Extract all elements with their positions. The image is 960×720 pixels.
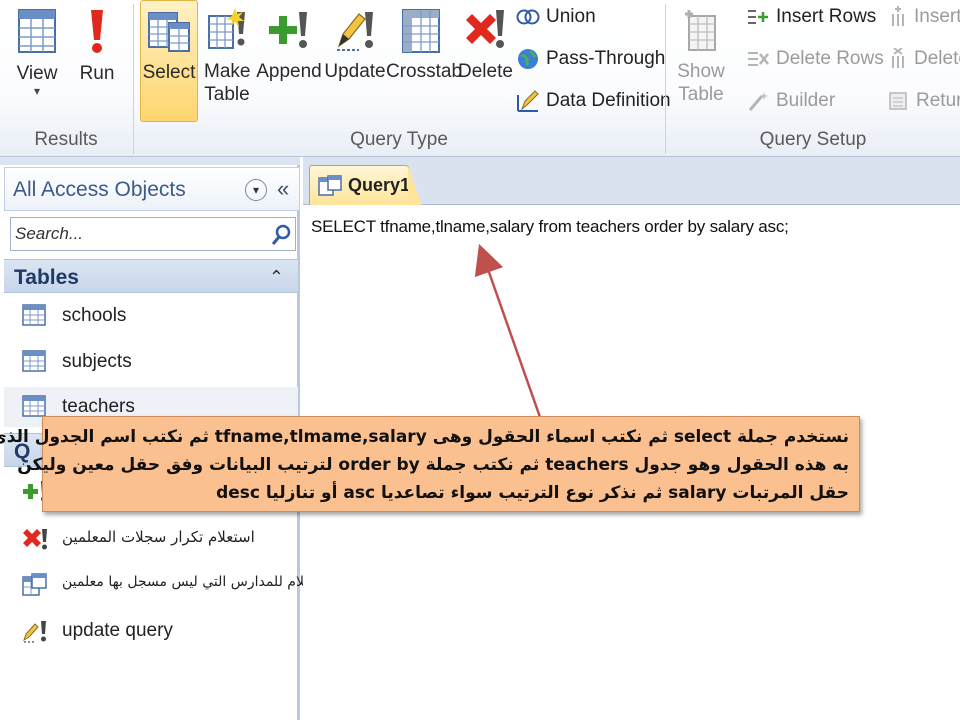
nav-top-strip [0, 157, 300, 165]
nav-table-subjects[interactable]: subjects [4, 342, 298, 382]
insert-rows-label: Insert Rows [776, 6, 877, 27]
crosstab-button[interactable]: Crosstab [386, 0, 463, 122]
tab-query1[interactable]: Query1 [309, 165, 422, 206]
pass-through-button[interactable]: Pass-Through [516, 44, 665, 74]
update-query-icon [23, 621, 46, 643]
delete-query-icon [466, 10, 504, 48]
tables-section-title: Tables [14, 266, 79, 289]
data-definition-label: Data Definition [546, 90, 671, 111]
insert-columns-button[interactable]: Insert [888, 2, 960, 32]
nav-item-label: schools [62, 305, 127, 326]
view-label: View [16, 63, 58, 84]
insert-columns-label: Insert [914, 6, 960, 27]
nav-item-label: teachers [62, 396, 135, 417]
union-icon [516, 9, 540, 25]
results-group: View ▾ Run Results [0, 0, 132, 157]
callout-line: نستخدم جملة select ثم نكتب اسماء الحقول … [0, 427, 849, 447]
crosstab-query-icon [402, 9, 440, 53]
search-icon[interactable] [271, 224, 291, 246]
collapse-up-icon[interactable]: ⌃ [269, 267, 284, 288]
builder-label: Builder [776, 90, 836, 111]
delete-rows-icon [748, 52, 769, 66]
show-table-icon [685, 10, 716, 51]
query-type-group: Select Make Table Append Update Crosstab… [134, 0, 671, 157]
nav-item-label: update query [62, 620, 173, 641]
nav-collapse-icon[interactable]: « [277, 176, 289, 202]
builder-wand-icon [748, 92, 768, 111]
append-button[interactable]: Append [256, 0, 322, 122]
crosstab-query-icon [22, 573, 47, 596]
nav-item-label: استعلام للمدارس التي ليس مسجل بها معلمين [62, 574, 331, 590]
return-icon [889, 92, 907, 110]
tab-label: Query1 [348, 175, 411, 195]
ribbon: View ▾ Run Results Select Make Table App… [0, 0, 960, 157]
select-query-icon [318, 175, 342, 196]
run-button[interactable]: Run [72, 0, 122, 118]
make-table-label: Make Table [204, 61, 251, 105]
datasheet-view-icon [18, 9, 56, 53]
delete-rows-button[interactable]: Delete Rows [746, 44, 884, 74]
nav-query-update[interactable]: update query [4, 611, 298, 651]
nav-table-schools[interactable]: schools [4, 296, 298, 336]
make-table-button[interactable]: Make Table [204, 0, 250, 122]
run-exclamation-icon [91, 10, 103, 53]
data-definition-icon [517, 90, 539, 112]
tables-section-header[interactable]: Tables ⌃ [4, 259, 298, 293]
nav-title: All Access Objects [13, 178, 186, 201]
view-dropdown-arrow-icon: ▾ [33, 84, 41, 98]
update-query-icon [337, 12, 373, 51]
append-label: Append [256, 61, 322, 82]
results-group-label: Results [34, 129, 98, 150]
query-setup-group: Show Table Insert Rows Delete Rows Build… [666, 0, 960, 157]
nav-header[interactable]: All Access Objects ▾ « [4, 167, 300, 211]
explanation-callout: نستخدم جملة select ثم نكتب اسماء الحقول … [0, 416, 860, 512]
return-label: Return [916, 90, 960, 111]
callout-line: حقل المرتبات salary ثم نذكر نوع الترتيب … [216, 483, 849, 503]
delete-query-icon [23, 529, 47, 550]
update-button[interactable]: Update [324, 0, 386, 122]
union-button[interactable]: Union [516, 2, 596, 32]
delete-label: Delete [458, 61, 513, 82]
nav-query-schools-without-teachers[interactable]: استعلام للمدارس التي ليس مسجل بها معلمين [4, 565, 331, 605]
select-query-icon [148, 12, 190, 52]
data-definition-button[interactable]: Data Definition [516, 86, 671, 116]
builder-button[interactable]: Builder [746, 86, 835, 116]
nav-item-label: استعلام تكرار سجلات المعلمين [62, 528, 255, 546]
select-query-button[interactable]: Select [140, 0, 198, 122]
delete-columns-button[interactable]: Delete [888, 44, 960, 74]
search-input[interactable] [11, 224, 261, 244]
delete-columns-label: Delete [914, 48, 960, 69]
view-button[interactable]: View ▾ [6, 0, 68, 118]
make-table-query-icon [208, 8, 245, 49]
delete-columns-icon [892, 48, 904, 68]
union-label: Union [546, 6, 596, 27]
delete-query-button[interactable]: Delete [458, 0, 513, 122]
table-icon [22, 395, 46, 417]
globe-icon [518, 49, 538, 69]
nav-item-label: subjects [62, 351, 132, 372]
insert-rows-icon [748, 10, 768, 24]
update-label: Update [324, 61, 386, 82]
return-button[interactable]: Return [888, 86, 960, 116]
insert-rows-button[interactable]: Insert Rows [746, 2, 876, 32]
run-label: Run [79, 63, 115, 84]
callout-line: به هذه الحقول وهو جدول teachers ثم نكتب … [17, 455, 849, 475]
show-table-label: Show Table [677, 61, 725, 105]
document-tab-strip: Query1 [303, 157, 960, 206]
table-icon [22, 304, 46, 326]
insert-columns-icon [892, 6, 904, 26]
append-query-icon [269, 12, 307, 48]
sql-statement[interactable]: SELECT tfname,tlname,salary from teacher… [311, 217, 789, 237]
table-icon [22, 350, 46, 372]
select-label: Select [142, 62, 196, 83]
query-type-group-label: Query Type [350, 129, 448, 150]
nav-query-delete-duplicates[interactable]: استعلام تكرار سجلات المعلمين [4, 519, 298, 559]
crosstab-label: Crosstab [386, 61, 463, 82]
pass-through-label: Pass-Through [546, 48, 666, 69]
query-setup-group-label: Query Setup [759, 129, 867, 150]
search-box [10, 217, 296, 251]
nav-menu-dropdown-icon[interactable]: ▾ [245, 179, 267, 201]
show-table-button[interactable]: Show Table [670, 0, 732, 122]
delete-rows-label: Delete Rows [776, 48, 884, 69]
